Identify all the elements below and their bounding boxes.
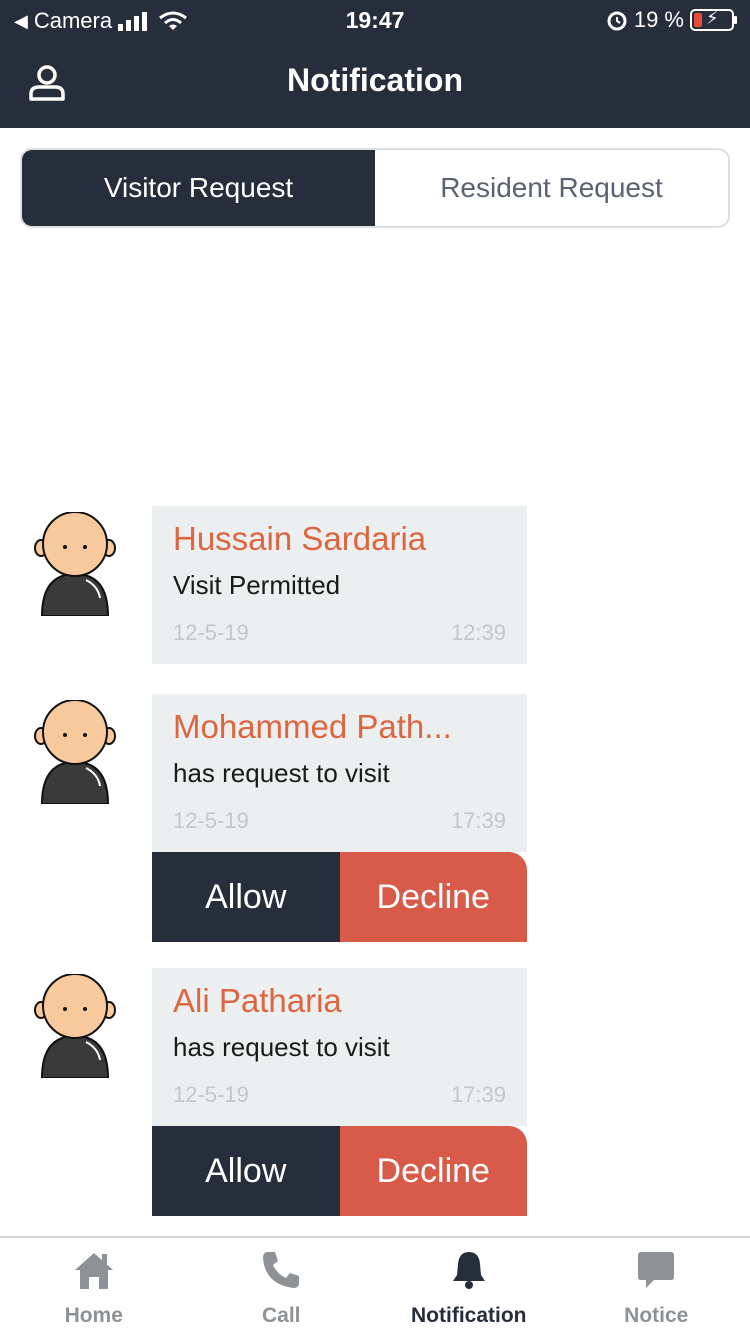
tab-home[interactable]: Home	[0, 1238, 188, 1334]
decline-button[interactable]: Decline	[339, 852, 527, 942]
allow-button[interactable]: Allow	[152, 1126, 340, 1216]
tab-label: Notice	[624, 1304, 689, 1327]
avatar-icon	[34, 512, 116, 616]
notification-message: has request to visit	[173, 1032, 390, 1062]
bell-icon	[452, 1252, 485, 1289]
decline-button[interactable]: Decline	[339, 1126, 527, 1216]
request-type-segment: Visitor Request Resident Request	[20, 148, 730, 228]
notification-item: Ali Patharia has request to visit 12-5-1…	[0, 968, 750, 1216]
tab-label: Home	[64, 1304, 123, 1327]
visitor-name: Ali Patharia	[173, 982, 342, 1019]
visitor-name: Mohammed Path...	[173, 708, 452, 745]
request-actions: Allow Decline	[152, 852, 527, 942]
tab-visitor-request[interactable]: Visitor Request	[22, 150, 375, 226]
notification-time: 17:39	[450, 808, 506, 833]
chat-icon	[638, 1252, 675, 1288]
battery-icon: ⚡	[690, 8, 737, 31]
phone-icon	[263, 1252, 300, 1288]
status-bar: ◀ Camera 19:47 19 % ⚡	[0, 0, 750, 42]
tab-call[interactable]: Call	[188, 1238, 376, 1334]
avatar-icon	[34, 700, 116, 804]
notification-message: Visit Permitted	[173, 570, 341, 600]
notification-card[interactable]: Hussain Sardaria Visit Permitted 12-5-19…	[152, 506, 527, 664]
allow-button[interactable]: Allow	[152, 852, 340, 942]
notification-card[interactable]: Ali Patharia has request to visit 12-5-1…	[152, 968, 527, 1126]
visitor-name: Hussain Sardaria	[173, 520, 427, 557]
status-right: 19 % ⚡	[606, 7, 737, 33]
alarm-icon	[607, 11, 627, 31]
notification-card[interactable]: Mohammed Path... has request to visit 12…	[152, 694, 527, 852]
tab-label: Call	[261, 1304, 301, 1327]
notification-message: has request to visit	[173, 758, 390, 788]
bottom-tab-bar: Home Call Notification Notice	[0, 1236, 750, 1334]
notification-item: Hussain Sardaria Visit Permitted 12-5-19…	[0, 506, 750, 664]
request-actions: Allow Decline	[152, 1126, 527, 1216]
tab-label: Notification	[411, 1304, 527, 1327]
notification-time: 12:39	[450, 620, 506, 645]
notification-date: 12-5-19	[173, 1082, 249, 1107]
battery-percent: 19 %	[633, 7, 684, 32]
notification-time: 17:39	[450, 1082, 506, 1107]
top-header: ◀ Camera 19:47 19 % ⚡ Notification	[0, 0, 750, 128]
avatar-icon	[34, 974, 116, 1078]
notification-item: Mohammed Path... has request to visit 12…	[0, 694, 750, 942]
notification-date: 12-5-19	[173, 808, 249, 833]
tab-resident-request[interactable]: Resident Request	[375, 150, 728, 226]
notification-date: 12-5-19	[173, 620, 249, 645]
tab-notification[interactable]: Notification	[375, 1238, 563, 1334]
tab-notice[interactable]: Notice	[563, 1238, 750, 1334]
home-icon	[74, 1253, 113, 1289]
page-title: Notification	[287, 62, 463, 98]
